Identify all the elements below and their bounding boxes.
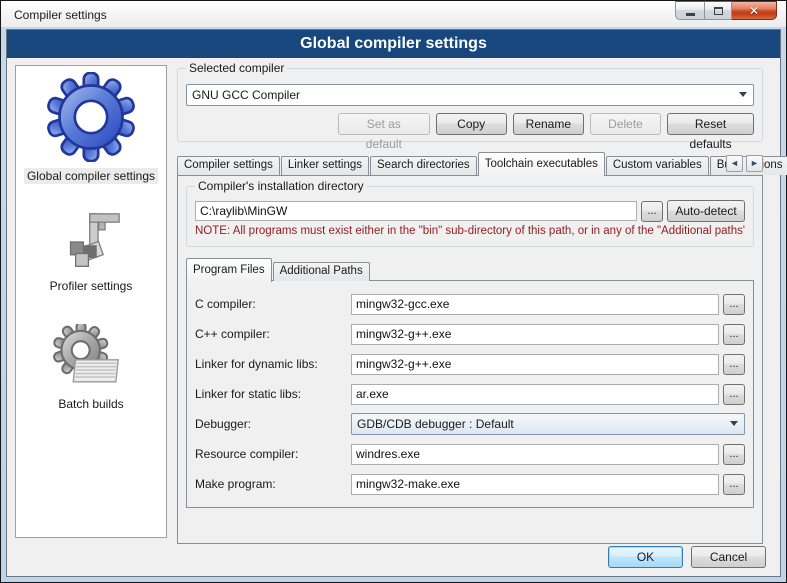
program-files-panel: C compiler: ... C++ compiler: ... Linker…: [186, 280, 754, 508]
field-label: C compiler:: [195, 297, 351, 311]
subtab-program-files[interactable]: Program Files: [186, 258, 272, 282]
installation-directory-input[interactable]: [195, 201, 637, 221]
make-program-input[interactable]: [351, 474, 719, 495]
cancel-button[interactable]: Cancel: [691, 546, 766, 568]
reset-defaults-button[interactable]: Reset defaults: [667, 113, 754, 135]
cpp-compiler-browse-button[interactable]: ...: [723, 324, 745, 345]
resource-compiler-input[interactable]: [351, 444, 719, 465]
resource-compiler-row: Resource compiler: ...: [195, 443, 745, 465]
static-linker-row: Linker for static libs: ...: [195, 383, 745, 405]
group-label: Compiler's installation directory: [195, 179, 367, 193]
chevron-down-icon: [739, 92, 747, 97]
installation-directory-group: Compiler's installation directory ... Au…: [186, 186, 754, 247]
sidebar-item-label: Profiler settings: [47, 278, 136, 294]
sidebar-item-global-compiler-settings[interactable]: Global compiler settings: [16, 72, 166, 184]
sidebar-item-label: Global compiler settings: [24, 168, 158, 184]
make-program-row: Make program: ...: [195, 473, 745, 495]
titlebar[interactable]: Compiler settings ✕: [1, 1, 786, 28]
arrow-right-icon: ►: [750, 159, 759, 168]
blue-gear-icon: [46, 72, 136, 162]
minimize-icon: [686, 13, 695, 16]
compiler-select[interactable]: GNU GCC Compiler: [186, 84, 754, 106]
installation-directory-browse-button[interactable]: ...: [641, 201, 663, 222]
field-label: Linker for static libs:: [195, 387, 351, 401]
tab-toolchain-executables[interactable]: Toolchain executables: [478, 152, 605, 176]
gray-gear-stack-icon: [53, 324, 129, 390]
static-linker-input[interactable]: [351, 384, 719, 405]
dynamic-linker-browse-button[interactable]: ...: [723, 354, 745, 375]
field-label: Debugger:: [195, 417, 351, 431]
static-linker-browse-button[interactable]: ...: [723, 384, 745, 405]
window-controls: ✕: [675, 1, 777, 20]
installation-directory-row: ... Auto-detect: [195, 200, 745, 222]
tab-scroll-controls: ◄ ►: [726, 155, 763, 172]
chevron-down-icon: [730, 421, 738, 426]
dynamic-linker-input[interactable]: [351, 354, 719, 375]
bin-subdirectory-note: NOTE: All programs must exist either in …: [195, 225, 745, 237]
compiler-settings-dialog: Compiler settings ✕ Global compiler sett…: [0, 0, 787, 583]
cpp-compiler-input[interactable]: [351, 324, 719, 345]
ok-button[interactable]: OK: [608, 546, 683, 568]
debugger-select-value: GDB/CDB debugger : Default: [357, 417, 514, 431]
copy-button[interactable]: Copy: [436, 113, 507, 135]
delete-button[interactable]: Delete: [590, 113, 661, 135]
tab-custom-variables[interactable]: Custom variables: [606, 156, 709, 175]
caliper-icon: [59, 212, 123, 272]
dialog-footer: OK Cancel: [608, 546, 766, 568]
minimize-button[interactable]: [675, 1, 704, 20]
debugger-select[interactable]: GDB/CDB debugger : Default: [351, 413, 745, 435]
tab-compiler-settings[interactable]: Compiler settings: [177, 156, 280, 175]
cpp-compiler-row: C++ compiler: ...: [195, 323, 745, 345]
rename-button[interactable]: Rename: [513, 113, 584, 135]
dialog-client: Global compiler settings: [6, 29, 781, 577]
c-compiler-browse-button[interactable]: ...: [723, 294, 745, 315]
close-icon: ✕: [749, 5, 759, 17]
field-label: Resource compiler:: [195, 447, 351, 461]
tab-search-directories[interactable]: Search directories: [370, 156, 477, 175]
subtab-additional-paths[interactable]: Additional Paths: [273, 262, 370, 281]
sidebar-item-batch-builds[interactable]: Batch builds: [16, 324, 166, 412]
field-label: Make program:: [195, 477, 351, 491]
compiler-buttons-row: Set as default Copy Rename Delete Reset …: [186, 113, 754, 135]
c-compiler-input[interactable]: [351, 294, 719, 315]
settings-content: Selected compiler GNU GCC Compiler Set a…: [177, 64, 763, 544]
page-title: Global compiler settings: [300, 35, 487, 53]
resource-compiler-browse-button[interactable]: ...: [723, 444, 745, 465]
window-title: Compiler settings: [14, 8, 107, 22]
header-banner: Global compiler settings: [7, 30, 780, 58]
make-program-browse-button[interactable]: ...: [723, 474, 745, 495]
auto-detect-button[interactable]: Auto-detect: [667, 200, 745, 222]
compiler-select-value: GNU GCC Compiler: [192, 88, 300, 102]
field-label: C++ compiler:: [195, 327, 351, 341]
close-button[interactable]: ✕: [732, 1, 777, 20]
settings-sidebar: Global compiler settings: [15, 65, 167, 538]
main-tabstrip: Compiler settings Linker settings Search…: [177, 151, 763, 175]
sidebar-item-profiler-settings[interactable]: Profiler settings: [16, 212, 166, 294]
toolchain-executables-panel: Compiler's installation directory ... Au…: [177, 175, 763, 544]
dynamic-linker-row: Linker for dynamic libs: ...: [195, 353, 745, 375]
debugger-row: Debugger: GDB/CDB debugger : Default: [195, 413, 745, 435]
sidebar-item-label: Batch builds: [55, 396, 126, 412]
tab-scroll-right-button[interactable]: ►: [746, 155, 763, 172]
tab-linker-settings[interactable]: Linker settings: [281, 156, 369, 175]
c-compiler-row: C compiler: ...: [195, 293, 745, 315]
maximize-button[interactable]: [704, 1, 732, 20]
set-as-default-button[interactable]: Set as default: [338, 113, 430, 135]
arrow-left-icon: ◄: [730, 159, 739, 168]
program-files-tabstrip: Program Files Additional Paths: [186, 259, 762, 281]
tab-scroll-left-button[interactable]: ◄: [726, 155, 743, 172]
maximize-icon: [714, 7, 723, 15]
selected-compiler-group: Selected compiler GNU GCC Compiler Set a…: [177, 68, 763, 142]
field-label: Linker for dynamic libs:: [195, 357, 351, 371]
group-label: Selected compiler: [186, 61, 287, 75]
